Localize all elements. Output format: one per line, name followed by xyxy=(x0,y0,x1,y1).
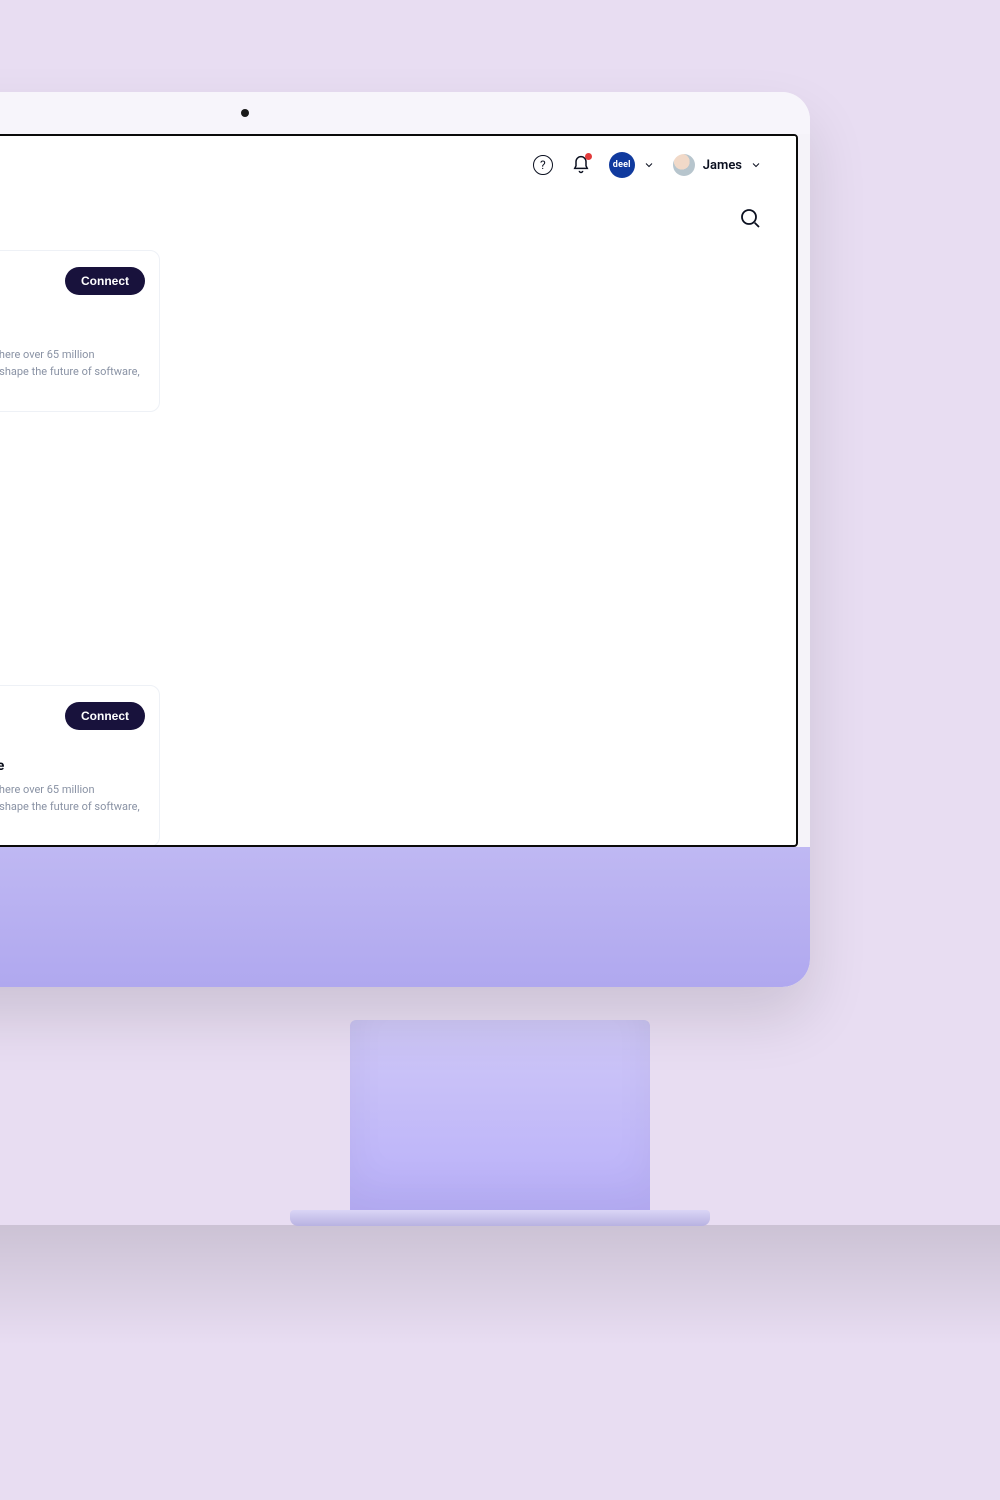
card-title: MS Azure xyxy=(0,758,145,774)
integration-card: Connect GitHub GitHub is where over 65 m… xyxy=(0,250,160,412)
integration-card: Connect MS Azure GitHub is where over 65… xyxy=(0,685,160,845)
card-title: GitHub xyxy=(0,323,145,339)
chevron-down-icon xyxy=(750,159,762,171)
app: ? deel James xyxy=(0,136,796,845)
user-menu[interactable]: James xyxy=(673,154,762,176)
user-name: James xyxy=(703,158,742,173)
integrations-grid: Connect Google Cloud GitHub is where ove… xyxy=(0,250,796,845)
floor-shadow xyxy=(0,1225,1000,1345)
search-row xyxy=(0,194,796,250)
notifications-button[interactable] xyxy=(571,155,591,175)
help-icon: ? xyxy=(533,155,553,175)
help-button[interactable]: ? xyxy=(533,155,553,175)
monitor-frame: ? deel James xyxy=(0,92,810,987)
connect-button[interactable]: Connect xyxy=(65,267,145,295)
bezel xyxy=(0,92,810,134)
screen: ? deel James xyxy=(0,134,798,847)
grid-row: aws Connected Last Sync: Feb 15, 20:00 xyxy=(0,685,762,845)
notification-dot-icon xyxy=(585,153,592,160)
camera-dot xyxy=(241,109,249,117)
chevron-down-icon xyxy=(643,159,655,171)
connect-button[interactable]: Connect xyxy=(65,702,145,730)
search-icon[interactable] xyxy=(738,206,762,230)
monitor-stand xyxy=(350,1020,650,1220)
grid-row: Connect Google Cloud GitHub is where ove… xyxy=(0,468,762,630)
avatar xyxy=(673,154,695,176)
monitor-base xyxy=(290,1210,710,1226)
topbar: ? deel James xyxy=(0,136,796,194)
org-badge: deel xyxy=(609,152,635,178)
grid-row: Connect Google Cloud GitHub is where ove… xyxy=(0,250,762,412)
card-description: GitHub is where over 65 million develope… xyxy=(0,347,145,397)
card-description: GitHub is where over 65 million develope… xyxy=(0,782,145,832)
monitor-chin xyxy=(0,847,810,987)
org-switcher[interactable]: deel xyxy=(609,152,655,178)
